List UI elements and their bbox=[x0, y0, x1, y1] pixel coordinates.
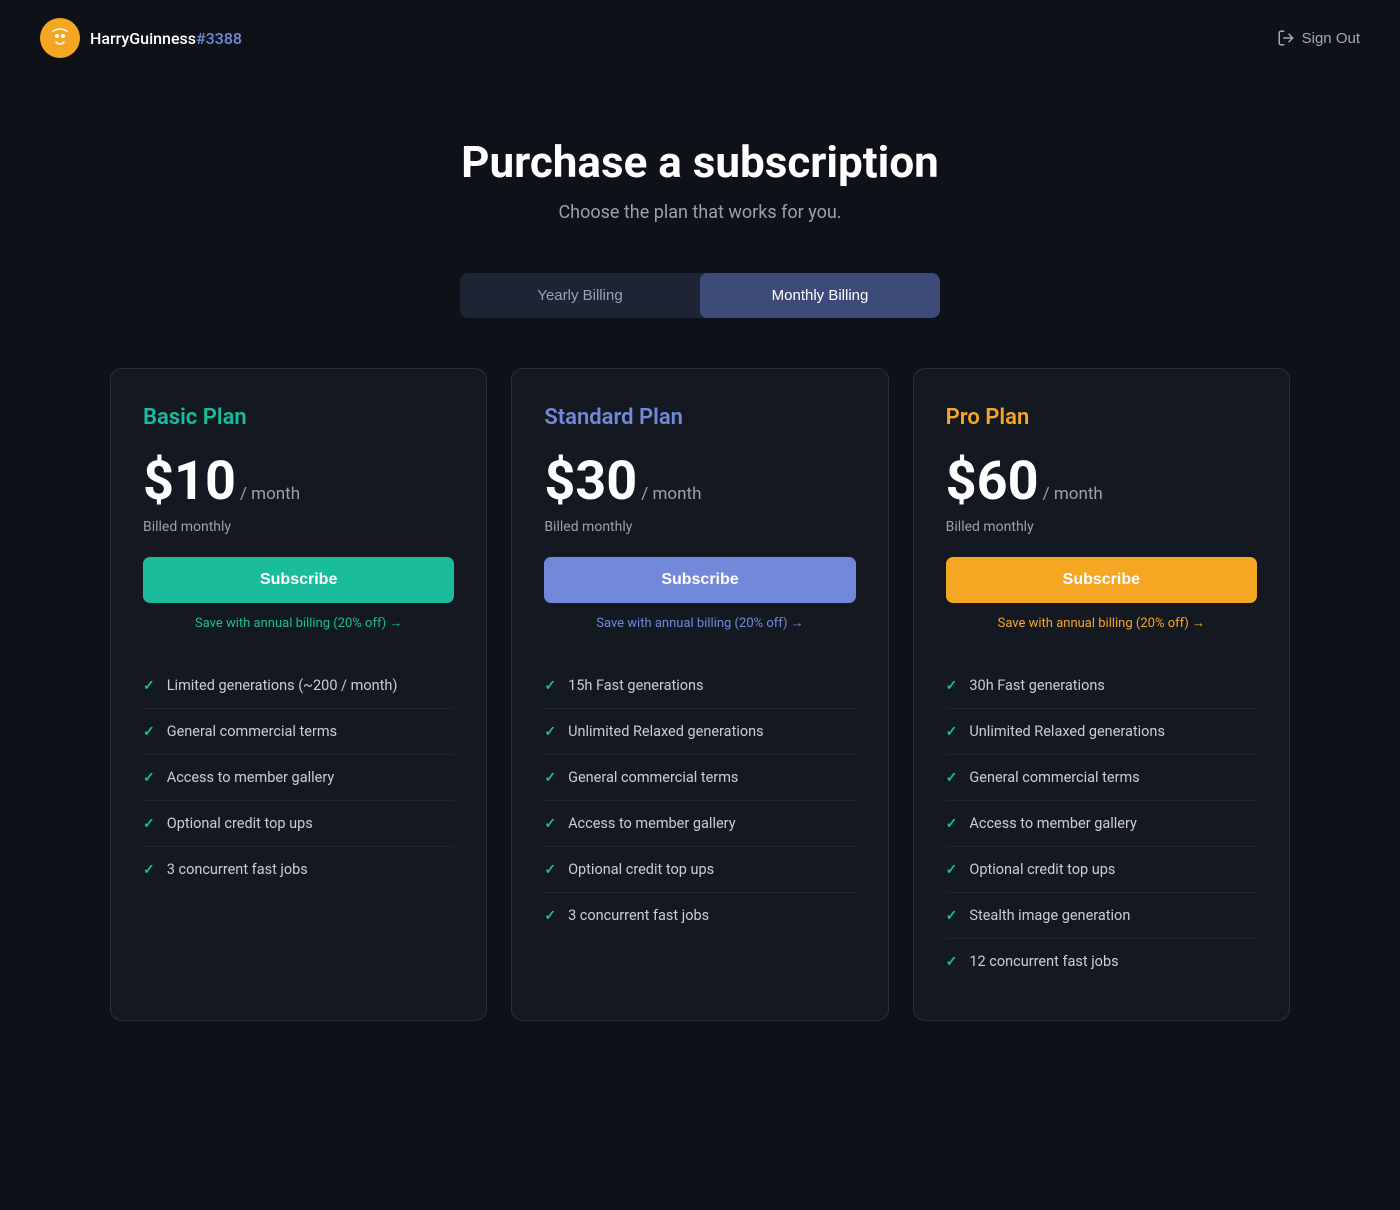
yearly-billing-tab[interactable]: Yearly Billing bbox=[460, 273, 700, 318]
check-icon: ✓ bbox=[946, 908, 958, 924]
check-icon: ✓ bbox=[143, 816, 155, 832]
pro-plan-card: Pro Plan $60 / month Billed monthly Subs… bbox=[913, 368, 1290, 1021]
header-left: HarryGuinness#3388 bbox=[40, 18, 242, 58]
check-icon: ✓ bbox=[544, 862, 556, 878]
pro-plan-name: Pro Plan bbox=[946, 405, 1257, 430]
basic-price-amount: $10 bbox=[143, 450, 236, 513]
standard-price-amount: $30 bbox=[544, 450, 637, 513]
pro-subscribe-button[interactable]: Subscribe bbox=[946, 557, 1257, 603]
list-item: ✓ Stealth image generation bbox=[946, 893, 1257, 939]
list-item: ✓ Unlimited Relaxed generations bbox=[946, 709, 1257, 755]
list-item: ✓ Access to member gallery bbox=[946, 801, 1257, 847]
check-icon: ✓ bbox=[544, 724, 556, 740]
check-icon: ✓ bbox=[544, 770, 556, 786]
list-item: ✓ General commercial terms bbox=[143, 709, 454, 755]
page-title: Purchase a subscription bbox=[20, 136, 1380, 188]
list-item: ✓ General commercial terms bbox=[946, 755, 1257, 801]
check-icon: ✓ bbox=[544, 678, 556, 694]
header: HarryGuinness#3388 Sign Out bbox=[0, 0, 1400, 76]
page-subtitle: Choose the plan that works for you. bbox=[20, 202, 1380, 223]
check-icon: ✓ bbox=[946, 678, 958, 694]
list-item: ✓ Access to member gallery bbox=[544, 801, 855, 847]
basic-plan-name: Basic Plan bbox=[143, 405, 454, 430]
list-item: ✓ 3 concurrent fast jobs bbox=[143, 847, 454, 892]
standard-billed-info: Billed monthly bbox=[544, 519, 855, 535]
hero-section: Purchase a subscription Choose the plan … bbox=[0, 76, 1400, 273]
list-item: ✓ Limited generations (~200 / month) bbox=[143, 663, 454, 709]
basic-price-period: / month bbox=[240, 484, 300, 504]
list-item: ✓ Access to member gallery bbox=[143, 755, 454, 801]
list-item: ✓ 15h Fast generations bbox=[544, 663, 855, 709]
standard-plan-name: Standard Plan bbox=[544, 405, 855, 430]
pro-price-amount: $60 bbox=[946, 450, 1039, 513]
list-item: ✓ General commercial terms bbox=[544, 755, 855, 801]
check-icon: ✓ bbox=[946, 724, 958, 740]
sign-out-button[interactable]: Sign Out bbox=[1277, 29, 1360, 47]
list-item: ✓ Optional credit top ups bbox=[143, 801, 454, 847]
check-icon: ✓ bbox=[143, 770, 155, 786]
list-item: ✓ 30h Fast generations bbox=[946, 663, 1257, 709]
check-icon: ✓ bbox=[143, 724, 155, 740]
check-icon: ✓ bbox=[946, 954, 958, 970]
basic-features-list: ✓ Limited generations (~200 / month) ✓ G… bbox=[143, 663, 454, 892]
billing-toggle-wrapper: Yearly Billing Monthly Billing bbox=[0, 273, 1400, 318]
list-item: ✓ 3 concurrent fast jobs bbox=[544, 893, 855, 938]
logo-icon bbox=[40, 18, 80, 58]
check-icon: ✓ bbox=[544, 908, 556, 924]
basic-plan-card: Basic Plan $10 / month Billed monthly Su… bbox=[110, 368, 487, 1021]
basic-save-link[interactable]: Save with annual billing (20% off) → bbox=[143, 615, 454, 631]
basic-billed-info: Billed monthly bbox=[143, 519, 454, 535]
standard-plan-card: Standard Plan $30 / month Billed monthly… bbox=[511, 368, 888, 1021]
standard-subscribe-button[interactable]: Subscribe bbox=[544, 557, 855, 603]
check-icon: ✓ bbox=[544, 816, 556, 832]
standard-save-link[interactable]: Save with annual billing (20% off) → bbox=[544, 615, 855, 631]
list-item: ✓ Optional credit top ups bbox=[946, 847, 1257, 893]
check-icon: ✓ bbox=[143, 862, 155, 878]
pro-price-row: $60 / month bbox=[946, 450, 1257, 513]
check-icon: ✓ bbox=[143, 678, 155, 694]
check-icon: ✓ bbox=[946, 862, 958, 878]
username: HarryGuinness#3388 bbox=[90, 29, 242, 48]
basic-subscribe-button[interactable]: Subscribe bbox=[143, 557, 454, 603]
standard-price-row: $30 / month bbox=[544, 450, 855, 513]
billing-toggle: Yearly Billing Monthly Billing bbox=[460, 273, 940, 318]
pro-price-period: / month bbox=[1043, 484, 1103, 504]
list-item: ✓ 12 concurrent fast jobs bbox=[946, 939, 1257, 984]
check-icon: ✓ bbox=[946, 816, 958, 832]
check-icon: ✓ bbox=[946, 770, 958, 786]
standard-price-period: / month bbox=[641, 484, 701, 504]
standard-features-list: ✓ 15h Fast generations ✓ Unlimited Relax… bbox=[544, 663, 855, 938]
plans-grid: Basic Plan $10 / month Billed monthly Su… bbox=[50, 368, 1350, 1021]
list-item: ✓ Optional credit top ups bbox=[544, 847, 855, 893]
sign-out-icon bbox=[1277, 29, 1295, 47]
pro-save-link[interactable]: Save with annual billing (20% off) → bbox=[946, 615, 1257, 631]
list-item: ✓ Unlimited Relaxed generations bbox=[544, 709, 855, 755]
pro-billed-info: Billed monthly bbox=[946, 519, 1257, 535]
pro-features-list: ✓ 30h Fast generations ✓ Unlimited Relax… bbox=[946, 663, 1257, 984]
monthly-billing-tab[interactable]: Monthly Billing bbox=[700, 273, 940, 318]
basic-price-row: $10 / month bbox=[143, 450, 454, 513]
